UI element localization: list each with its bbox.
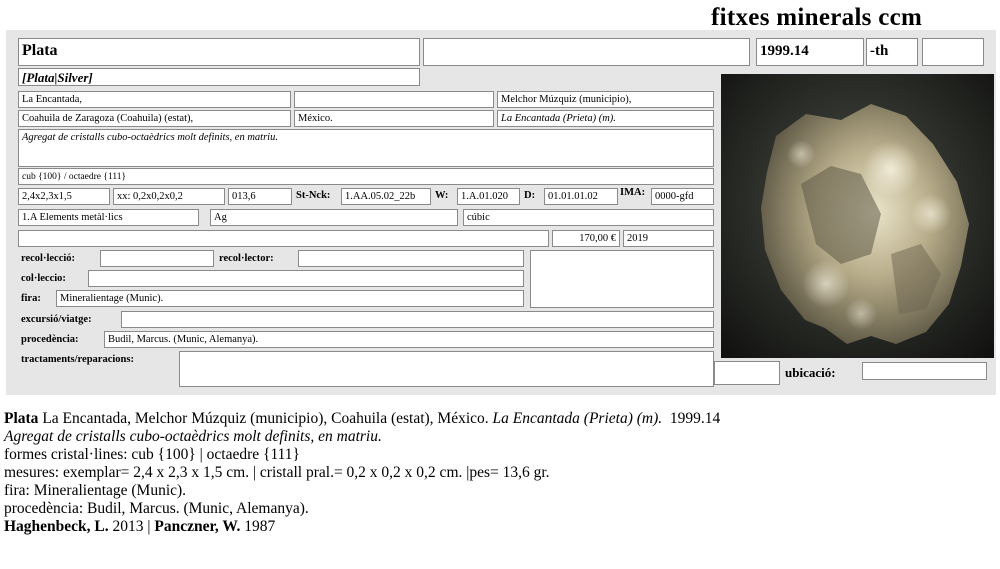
procedencia-label: procedència: — [21, 334, 79, 345]
dimensions-field[interactable]: 2,4x2,3x1,5 — [18, 188, 110, 205]
fira-field[interactable]: Mineralientage (Munic). — [56, 290, 524, 307]
recoleccio-label: recol·lecció: — [21, 253, 76, 264]
empty-field-2[interactable] — [922, 38, 984, 66]
synonyms-field[interactable]: [Plata|Silver] — [18, 68, 420, 86]
caption-ref-year-1: 2013 | — [108, 518, 155, 535]
header-title: fitxes minerals ccm — [711, 4, 923, 31]
strunz-field[interactable]: 1.AA.05.02_22b — [341, 188, 431, 205]
excursio-label: excursió/viatge: — [21, 314, 92, 325]
colleccio-label: col·leccio: — [21, 273, 66, 284]
price-field[interactable]: 170,00 € — [552, 230, 620, 247]
caption-line-4: mesures: exemplar= 2,4 x 2,3 x 1,5 cm. |… — [4, 464, 550, 481]
weight-field[interactable]: 013,6 — [228, 188, 292, 205]
fira-label: fira: — [21, 293, 41, 304]
w-label: W: — [435, 190, 449, 201]
caption-line-6: procedència: Budil, Marcus. (Munic, Alem… — [4, 500, 309, 517]
recoleccio-field[interactable] — [100, 250, 214, 267]
crystal-forms-field[interactable]: cub {100} / octaedre {111} — [18, 168, 714, 185]
caption-locality: La Encantada, Melchor Múzquiz (municipio… — [38, 410, 493, 427]
notes-box[interactable] — [530, 250, 714, 308]
caption-ref-author-1: Haghenbeck, L. — [4, 518, 109, 535]
tractaments-label: tractaments/reparacions: — [21, 354, 134, 365]
caption-line-7: Haghenbeck, L. 2013 | Panczner, W. 1987 — [4, 518, 720, 536]
colleccio-field[interactable] — [88, 270, 524, 287]
ima-field[interactable]: 0000-gfd — [651, 188, 714, 205]
caption-line-3: formes cristal·lines: cub {100} | octaed… — [4, 446, 300, 463]
specimen-caption: Plata La Encantada, Melchor Múzquiz (mun… — [4, 410, 720, 536]
suffix-field[interactable]: -th — [866, 38, 918, 66]
description-field[interactable]: Agregat de cristalls cubo-octaèdrics mol… — [18, 129, 714, 167]
caption-line-5: fira: Mineralientage (Munic). — [4, 482, 187, 499]
d-label: D: — [524, 190, 536, 201]
locality-field-2[interactable] — [294, 91, 494, 108]
caption-name: Plata — [4, 410, 39, 427]
ubicacio-field[interactable] — [862, 362, 987, 380]
locality-field-5[interactable]: México. — [294, 110, 494, 127]
empty-field-1[interactable] — [423, 38, 750, 66]
crystal-size-field[interactable]: xx: 0,2x0,2x0,2 — [113, 188, 225, 205]
caption-ref-author-2: Panczner, W. — [154, 518, 241, 535]
locality-field-6[interactable]: La Encantada (Prieta) (m). — [497, 110, 714, 127]
ubicacio-label: ubicació: — [785, 365, 836, 380]
empty-field-4[interactable] — [714, 361, 780, 385]
crystal-system-field[interactable]: cúbic — [463, 209, 714, 226]
class-field[interactable]: 1.A Elements metàl·lics — [18, 209, 199, 226]
procedencia-field[interactable]: Budil, Marcus. (Munic, Alemanya). — [104, 331, 714, 348]
recolector-field[interactable] — [298, 250, 524, 267]
ima-label: IMA: — [620, 187, 646, 198]
w-field[interactable]: 1.A.01.020 — [457, 188, 520, 205]
locality-field-3[interactable]: Melchor Múzquiz (municipio), — [497, 91, 714, 108]
year-field[interactable]: 2019 — [623, 230, 714, 247]
strunz-label: St-Nck: — [296, 190, 331, 201]
name-field[interactable]: Plata — [18, 38, 420, 66]
caption-reference: 1999.14 — [662, 410, 721, 427]
empty-field-3[interactable] — [18, 230, 549, 247]
locality-field-4[interactable]: Coahuila de Zaragoza (Coahuila) (estat), — [18, 110, 291, 127]
excursio-field[interactable] — [121, 311, 714, 328]
caption-line-2: Agregat de cristalls cubo-octaèdrics mol… — [4, 428, 720, 446]
d-field[interactable]: 01.01.01.02 — [544, 188, 618, 205]
reference-field[interactable]: 1999.14 — [756, 38, 864, 66]
locality-field-1[interactable]: La Encantada, — [18, 91, 291, 108]
specimen-photo — [721, 74, 994, 358]
caption-line-1: Plata La Encantada, Melchor Múzquiz (mun… — [4, 410, 720, 428]
caption-description: Agregat de cristalls cubo-octaèdrics mol… — [4, 428, 382, 445]
recolector-label: recol·lector: — [219, 253, 274, 264]
caption-ref-year-2: 1987 — [240, 518, 276, 535]
caption-locality-italic: La Encantada (Prieta) (m). — [492, 410, 663, 427]
formula-field[interactable]: Ag — [210, 209, 458, 226]
tractaments-field[interactable] — [179, 351, 714, 387]
